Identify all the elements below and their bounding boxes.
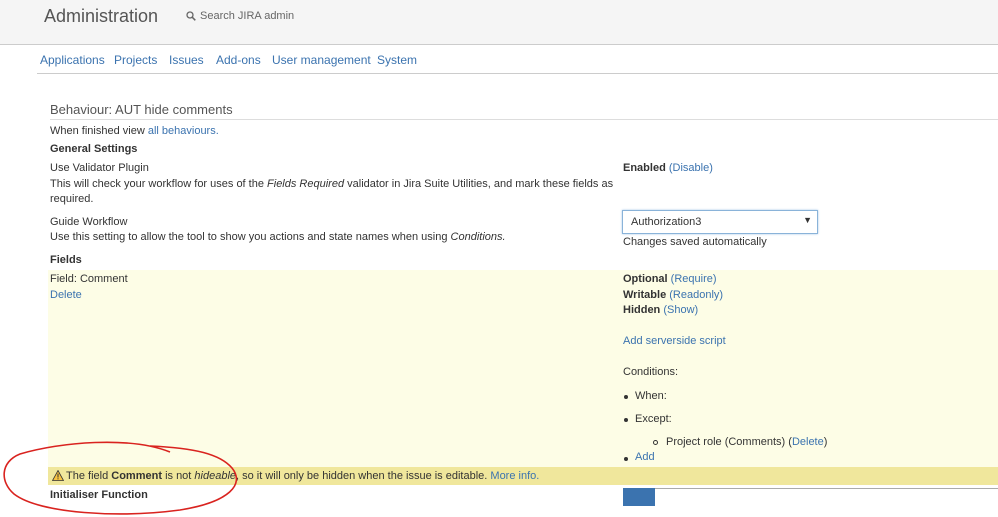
- readonly-link[interactable]: (Readonly): [669, 289, 723, 301]
- field-row: [48, 270, 998, 467]
- project-role-line: Project role (Comments) (Delete): [666, 436, 827, 448]
- admin-nav: Applications Projects Issues Add-ons Use…: [37, 45, 998, 74]
- warning-suffix: , so it will only be hidden when the iss…: [236, 470, 488, 482]
- nav-add-ons[interactable]: Add-ons: [216, 53, 261, 67]
- conditions-label: Conditions:: [623, 366, 679, 378]
- more-info-link[interactable]: More info.: [490, 470, 539, 482]
- warning-prefix: The field: [66, 470, 109, 482]
- guide-desc-1: Use this setting to allow the tool to sh…: [50, 231, 448, 243]
- warning-em: hideable: [194, 470, 237, 482]
- field-delete-link[interactable]: Delete: [50, 289, 82, 301]
- add-serverside-script-link[interactable]: Add serverside script: [623, 335, 726, 347]
- general-settings-heading: General Settings: [50, 143, 138, 155]
- nav-applications[interactable]: Applications: [40, 53, 105, 67]
- field-label: Field: Comment: [50, 273, 128, 285]
- project-role-text: Project role (Comments): [666, 436, 786, 448]
- except-label: Except:: [635, 413, 672, 425]
- initialiser-divider: [655, 488, 998, 489]
- page-title: Behaviour: AUT hide comments: [50, 102, 233, 117]
- admin-title: Administration: [44, 6, 159, 26]
- nav-projects[interactable]: Projects: [114, 53, 157, 67]
- require-link[interactable]: (Require): [671, 273, 717, 285]
- admin-header: Administration Search JIRA admin: [0, 0, 998, 45]
- circle-bullet-icon: [653, 440, 658, 445]
- nav-system[interactable]: System: [377, 53, 417, 67]
- bullet-icon: [624, 457, 628, 461]
- guide-workflow-label: Guide Workflow: [50, 216, 128, 228]
- hidden-status: Hidden: [623, 304, 661, 316]
- changes-saved-note: Changes saved automatically: [623, 236, 767, 248]
- search-placeholder: Search JIRA admin: [200, 10, 295, 22]
- finished-prefix: When finished view: [50, 125, 145, 137]
- optional-line: Optional (Require): [623, 273, 717, 285]
- finished-line: When finished view all behaviours.: [50, 125, 219, 137]
- validator-desc-1: This will check your workflow for uses o…: [50, 178, 264, 190]
- show-link[interactable]: (Show): [663, 304, 698, 316]
- validator-label: Use Validator Plugin: [50, 162, 149, 174]
- validator-enabled: Enabled: [623, 162, 666, 174]
- title-divider: [50, 119, 998, 120]
- when-label: When:: [635, 390, 667, 402]
- hideable-warning: The field Comment is not hideable, so it…: [48, 467, 998, 485]
- validator-desc-em: Fields Required: [267, 178, 345, 190]
- hidden-line: Hidden (Show): [623, 304, 698, 316]
- validator-desc-3: required.: [50, 193, 94, 205]
- guide-workflow-value: Authorization3: [631, 216, 702, 228]
- validator-desc: This will check your workflow for uses o…: [50, 178, 613, 190]
- fields-heading: Fields: [50, 254, 82, 266]
- bullet-icon: [624, 395, 628, 399]
- all-behaviours-link[interactable]: all behaviours.: [148, 125, 219, 137]
- nav-user-management[interactable]: User management: [272, 53, 371, 67]
- admin-search[interactable]: Search JIRA admin: [186, 10, 294, 22]
- disable-link[interactable]: (Disable): [669, 162, 713, 174]
- guide-desc-em: Conditions.: [450, 231, 506, 243]
- add-condition-link[interactable]: Add: [635, 451, 655, 463]
- warning-icon: [52, 470, 64, 481]
- validator-desc-2: validator in Jira Suite Utilities, and m…: [347, 178, 614, 190]
- validator-status: Enabled (Disable): [623, 162, 713, 174]
- role-delete-link[interactable]: Delete: [792, 436, 824, 448]
- optional-status: Optional: [623, 273, 668, 285]
- writable-line: Writable (Readonly): [623, 289, 723, 301]
- writable-status: Writable: [623, 289, 667, 301]
- warning-mid: is not: [165, 470, 192, 482]
- bullet-icon: [624, 418, 628, 422]
- role-delete-close: ): [823, 436, 828, 448]
- warning-text: The field Comment is not hideable, so it…: [66, 470, 539, 482]
- initialiser-button[interactable]: [623, 488, 655, 506]
- guide-workflow-select[interactable]: Authorization3 ▼: [622, 210, 818, 234]
- dropdown-arrow-icon: ▼: [803, 215, 812, 225]
- warning-field: Comment: [111, 470, 162, 482]
- guide-workflow-desc: Use this setting to allow the tool to sh…: [50, 231, 506, 243]
- initialiser-heading: Initialiser Function: [50, 489, 148, 501]
- nav-issues[interactable]: Issues: [169, 53, 204, 67]
- search-icon: [186, 11, 196, 21]
